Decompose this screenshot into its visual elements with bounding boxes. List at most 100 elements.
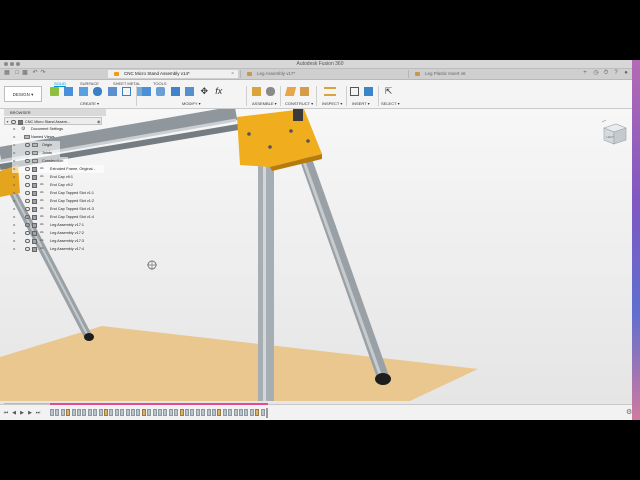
timeline-feature[interactable] [71,409,76,416]
timeline-feature[interactable] [82,409,87,416]
timeline-feature[interactable] [93,409,98,416]
visibility-eye-icon[interactable] [25,223,30,227]
timeline-feature[interactable] [147,409,152,416]
timeline-feature[interactable] [185,409,189,416]
expand-arrow-icon[interactable]: ▸ [12,205,17,213]
visibility-eye-icon[interactable] [25,159,30,163]
timeline-feature[interactable] [217,409,222,416]
home-view-icon[interactable] [601,119,607,123]
revolve-icon[interactable] [93,87,103,96]
timeline-feature[interactable] [195,409,200,416]
timeline-feature[interactable] [77,409,81,416]
step-back-icon[interactable]: ◀ [11,409,17,417]
go-to-start-icon[interactable]: ⏮ [3,409,9,417]
visibility-eye-icon[interactable] [25,215,30,219]
job-status-icon[interactable]: ⏱ [603,70,609,77]
visibility-eye-icon[interactable] [25,207,30,211]
close-tab-icon[interactable]: × [231,70,234,78]
timeline-feature[interactable] [168,409,173,416]
expand-arrow-icon[interactable]: ▸ [12,197,17,205]
expand-arrow-icon[interactable]: ▸ [12,181,17,189]
timeline-feature[interactable] [98,409,103,416]
timeline-feature[interactable] [239,409,243,416]
expand-arrow-icon[interactable]: ▸ [12,189,17,197]
visibility-eye-icon[interactable] [25,239,30,243]
3d-viewport[interactable]: BROWSER ▾ CNC Micro Stand Assem... ◉ ▸ ⚙… [0,109,640,401]
expand-arrow-icon[interactable]: ▸ [12,221,17,229]
timeline-feature[interactable] [158,409,162,416]
expand-arrow-icon[interactable]: ▸ [12,125,17,133]
visibility-eye-icon[interactable] [25,231,30,235]
browser-item-extruded-frame[interactable]: ▸ ✏ Extruded Frame, Original... [12,165,104,173]
expand-arrow-icon[interactable]: ▸ [12,149,17,157]
timeline-feature[interactable] [131,409,135,416]
tab-surface[interactable]: SURFACE [80,81,99,86]
create-menu[interactable]: CREATE ▾ [80,101,99,106]
insert-menu[interactable]: INSERT ▾ [352,101,370,106]
browser-item-construction[interactable]: ▸ Construction [12,157,68,165]
timeline-feature[interactable] [212,409,216,416]
create-sketch-icon[interactable] [50,87,59,96]
timeline-feature[interactable] [244,409,249,416]
pattern-icon[interactable] [122,87,132,96]
browser-root[interactable]: ▾ CNC Micro Stand Assem... ◉ [4,117,102,125]
new-component-assemble-icon[interactable] [252,87,261,96]
timeline-feature[interactable] [201,409,206,416]
inspect-menu[interactable]: INSPECT ▾ [322,101,342,106]
timeline-feature[interactable] [87,409,92,416]
timeline-feature[interactable] [60,409,65,416]
account-icon[interactable]: ● [623,70,629,77]
timeline-feature[interactable] [174,409,179,416]
timeline-feature[interactable] [50,409,54,416]
help-icon[interactable]: ? [613,70,619,77]
timeline-feature[interactable] [109,409,114,416]
construct-menu[interactable]: CONSTRUCT ▾ [285,101,313,106]
timeline-feature[interactable] [104,409,108,416]
fillet-icon[interactable] [156,87,166,96]
chamfer-icon[interactable] [170,87,180,96]
change-parameters-icon[interactable]: fx [214,87,223,96]
select-menu[interactable]: SELECT ▾ [381,101,400,106]
file-icon[interactable]: □ [14,70,20,77]
visibility-eye-icon[interactable] [25,143,30,147]
plane-at-angle-icon[interactable] [300,87,310,96]
tab-cnc-micro-stand[interactable]: CNC Micro Stand Assembly v14* × [108,70,238,78]
redo-icon[interactable]: ↷ [40,70,46,77]
assemble-menu[interactable]: ASSEMBLE ▾ [252,101,277,106]
browser-item-joints[interactable]: ▸ Joints [12,149,60,157]
timeline-feature[interactable] [120,409,125,416]
browser-item-origin[interactable]: ▸ Origin [12,141,60,149]
timeline-feature[interactable] [55,409,60,416]
modify-menu[interactable]: MODIFY ▾ [182,101,201,106]
tab-leg-plastic-insert[interactable]: Leg Plastic Insert v6 [408,70,576,78]
notifications-icon[interactable]: ◷ [593,70,599,77]
timeline-feature[interactable] [206,409,211,416]
expand-arrow-icon[interactable]: ▸ [12,165,17,173]
expand-arrow-icon[interactable]: ▸ [12,173,17,181]
tab-leg-assembly[interactable]: Leg Assembly v17* [240,70,406,78]
timeline-feature[interactable] [152,409,157,416]
shell-icon[interactable] [185,87,195,96]
visibility-eye-icon[interactable] [25,151,30,155]
undo-icon[interactable]: ↶ [32,70,38,77]
hole-icon[interactable] [107,87,117,96]
new-component-icon[interactable] [64,87,74,96]
extrude-icon[interactable] [78,87,88,96]
insert-image-icon[interactable] [364,87,374,96]
measure-icon[interactable] [324,87,336,96]
workspace-switcher[interactable]: DESIGN ▾ [4,86,42,102]
timeline-feature[interactable] [249,409,254,416]
visibility-eye-icon[interactable] [11,120,16,124]
expand-arrow-icon[interactable]: ▸ [12,213,17,221]
visibility-eye-icon[interactable] [25,199,30,203]
grid-menu-icon[interactable]: ▦ [4,70,10,77]
viewcube[interactable]: LEFT [600,118,628,148]
timeline-feature[interactable] [228,409,233,416]
move-icon[interactable]: ✥ [200,87,209,96]
visibility-eye-icon[interactable] [25,247,30,251]
visibility-eye-icon[interactable] [25,183,30,187]
radio-active-icon[interactable]: ◉ [97,118,100,126]
step-forward-icon[interactable]: ▶ [27,409,33,417]
timeline-feature[interactable] [141,409,146,416]
new-tab-icon[interactable]: + [582,70,588,77]
